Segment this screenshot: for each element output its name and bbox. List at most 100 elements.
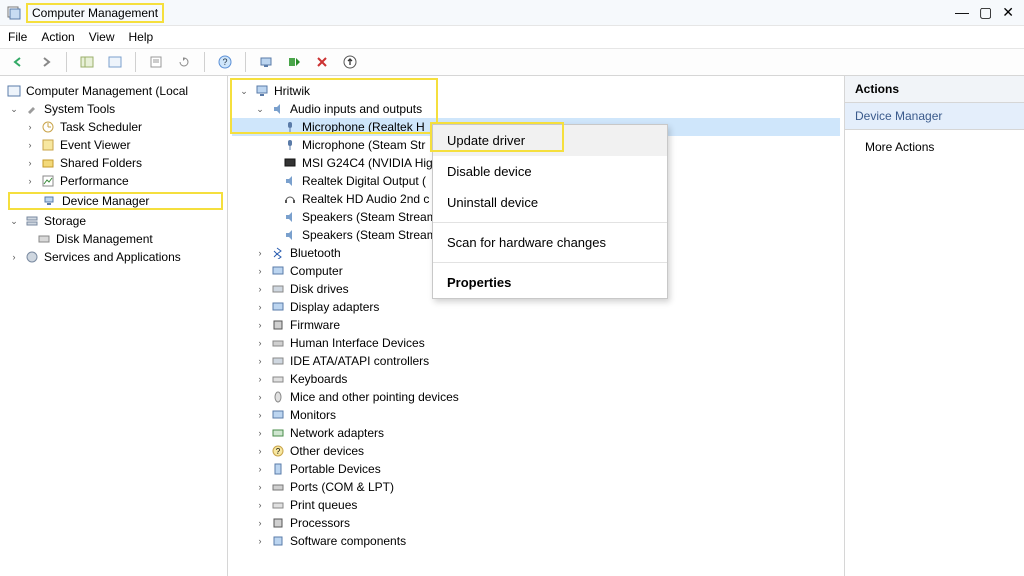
device-item[interactable]: Speakers (Steam Stream	[302, 228, 437, 242]
device-item[interactable]: Realtek Digital Output (	[302, 174, 426, 188]
close-button[interactable]: ✕	[1002, 4, 1014, 21]
actions-subject[interactable]: Device Manager	[845, 103, 1024, 130]
category-label[interactable]: Computer	[290, 264, 343, 278]
tree-device-manager[interactable]: Device Manager	[62, 194, 149, 208]
chevron-right-icon[interactable]: ›	[24, 157, 36, 169]
forward-button[interactable]	[36, 52, 56, 72]
chevron-right-icon[interactable]: ›	[254, 481, 266, 493]
device-item[interactable]: Speakers (Steam Stream	[302, 210, 437, 224]
device-category[interactable]: › IDE ATA/ATAPI controllers	[232, 352, 840, 370]
menu-file[interactable]: File	[8, 30, 27, 44]
more-actions[interactable]: More Actions	[845, 130, 1024, 164]
device-category[interactable]: › Print queues	[232, 496, 840, 514]
category-label[interactable]: Monitors	[290, 408, 336, 422]
chevron-right-icon[interactable]: ›	[254, 517, 266, 529]
chevron-down-icon[interactable]: ⌄	[8, 103, 20, 115]
device-category[interactable]: ›Monitors	[232, 406, 840, 424]
enable-device-icon[interactable]	[284, 52, 304, 72]
update-driver-icon[interactable]	[340, 52, 360, 72]
chevron-right-icon[interactable]: ›	[254, 355, 266, 367]
tree-storage[interactable]: Storage	[44, 214, 86, 228]
tree-root[interactable]: Computer Management (Local	[26, 84, 188, 98]
menu-help[interactable]: Help	[129, 30, 154, 44]
scan-hardware-icon[interactable]	[256, 52, 276, 72]
computer-name[interactable]: Hritwik	[274, 84, 310, 98]
menu-view[interactable]: View	[89, 30, 115, 44]
category-label[interactable]: Print queues	[290, 498, 357, 512]
device-category[interactable]: ›Network adapters	[232, 424, 840, 442]
device-item[interactable]: MSI G24C4 (NVIDIA Hig	[302, 156, 433, 170]
chevron-right-icon[interactable]: ›	[24, 139, 36, 151]
tree-performance[interactable]: Performance	[60, 174, 129, 188]
menu-properties[interactable]: Properties	[433, 267, 667, 298]
console-tree[interactable]: Computer Management (Local ⌄ System Tool…	[0, 76, 228, 576]
tree-shared-folders[interactable]: Shared Folders	[60, 156, 142, 170]
tree-system-tools[interactable]: System Tools	[44, 102, 115, 116]
category-label[interactable]: Firmware	[290, 318, 340, 332]
category-label[interactable]: Display adapters	[290, 300, 379, 314]
chevron-right-icon[interactable]: ›	[254, 463, 266, 475]
refresh-icon[interactable]	[174, 52, 194, 72]
chevron-right-icon[interactable]: ›	[254, 445, 266, 457]
device-item[interactable]: Microphone (Realtek H	[302, 120, 425, 134]
category-audio[interactable]: Audio inputs and outputs	[290, 102, 422, 116]
device-category[interactable]: › Firmware	[232, 316, 840, 334]
tree-task-scheduler[interactable]: Task Scheduler	[60, 120, 142, 134]
device-category[interactable]: › Software components	[232, 532, 840, 550]
menu-scan-hardware[interactable]: Scan for hardware changes	[433, 227, 667, 258]
chevron-right-icon[interactable]: ›	[254, 499, 266, 511]
category-label[interactable]: Mice and other pointing devices	[290, 390, 459, 404]
chevron-right-icon[interactable]: ›	[254, 301, 266, 313]
chevron-down-icon[interactable]: ⌄	[238, 85, 250, 97]
chevron-right-icon[interactable]: ›	[24, 175, 36, 187]
device-category[interactable]: › Human Interface Devices	[232, 334, 840, 352]
device-category[interactable]: › Keyboards	[232, 370, 840, 388]
menu-disable-device[interactable]: Disable device	[433, 156, 667, 187]
uninstall-icon[interactable]	[312, 52, 332, 72]
chevron-right-icon[interactable]: ›	[254, 373, 266, 385]
chevron-right-icon[interactable]: ›	[254, 427, 266, 439]
category-label[interactable]: Ports (COM & LPT)	[290, 480, 394, 494]
properties-icon[interactable]	[146, 52, 166, 72]
category-label[interactable]: Disk drives	[290, 282, 349, 296]
chevron-down-icon[interactable]: ⌄	[254, 103, 266, 115]
device-item[interactable]: Microphone (Steam Str	[302, 138, 425, 152]
help-icon[interactable]: ?	[215, 52, 235, 72]
category-label[interactable]: Keyboards	[290, 372, 347, 386]
chevron-right-icon[interactable]: ›	[254, 337, 266, 349]
category-label[interactable]: Software components	[290, 534, 406, 548]
chevron-down-icon[interactable]: ⌄	[8, 215, 20, 227]
device-item[interactable]: Realtek HD Audio 2nd c	[302, 192, 429, 206]
tree-event-viewer[interactable]: Event Viewer	[60, 138, 130, 152]
device-category[interactable]: › Mice and other pointing devices	[232, 388, 840, 406]
menu-update-driver[interactable]: Update driver	[433, 125, 667, 156]
device-category[interactable]: › Processors	[232, 514, 840, 532]
chevron-right-icon[interactable]: ›	[254, 265, 266, 277]
device-category[interactable]: ›?Other devices	[232, 442, 840, 460]
chevron-right-icon[interactable]: ›	[254, 391, 266, 403]
menu-uninstall-device[interactable]: Uninstall device	[433, 187, 667, 218]
device-category[interactable]: › Ports (COM & LPT)	[232, 478, 840, 496]
category-label[interactable]: Portable Devices	[290, 462, 381, 476]
chevron-right-icon[interactable]: ›	[254, 535, 266, 547]
maximize-button[interactable]: ▢	[979, 4, 992, 21]
chevron-right-icon[interactable]: ›	[254, 283, 266, 295]
chevron-right-icon[interactable]: ›	[254, 319, 266, 331]
minimize-button[interactable]: —	[955, 4, 969, 21]
tree-services[interactable]: Services and Applications	[44, 250, 181, 264]
category-label[interactable]: Other devices	[290, 444, 364, 458]
show-hide-tree-icon[interactable]	[77, 52, 97, 72]
device-tree[interactable]: ⌄ Hritwik ⌄ Audio inputs and outputs Mic…	[228, 76, 844, 576]
category-label[interactable]: Bluetooth	[290, 246, 341, 260]
chevron-right-icon[interactable]: ›	[24, 121, 36, 133]
device-category[interactable]: › Display adapters	[232, 298, 840, 316]
chevron-right-icon[interactable]: ›	[8, 251, 20, 263]
category-label[interactable]: Human Interface Devices	[290, 336, 425, 350]
device-category[interactable]: › Portable Devices	[232, 460, 840, 478]
menu-action[interactable]: Action	[41, 30, 74, 44]
chevron-right-icon[interactable]: ›	[254, 247, 266, 259]
category-label[interactable]: IDE ATA/ATAPI controllers	[290, 354, 429, 368]
tree-disk-mgmt[interactable]: Disk Management	[56, 232, 153, 246]
back-button[interactable]	[8, 52, 28, 72]
category-label[interactable]: Processors	[290, 516, 350, 530]
